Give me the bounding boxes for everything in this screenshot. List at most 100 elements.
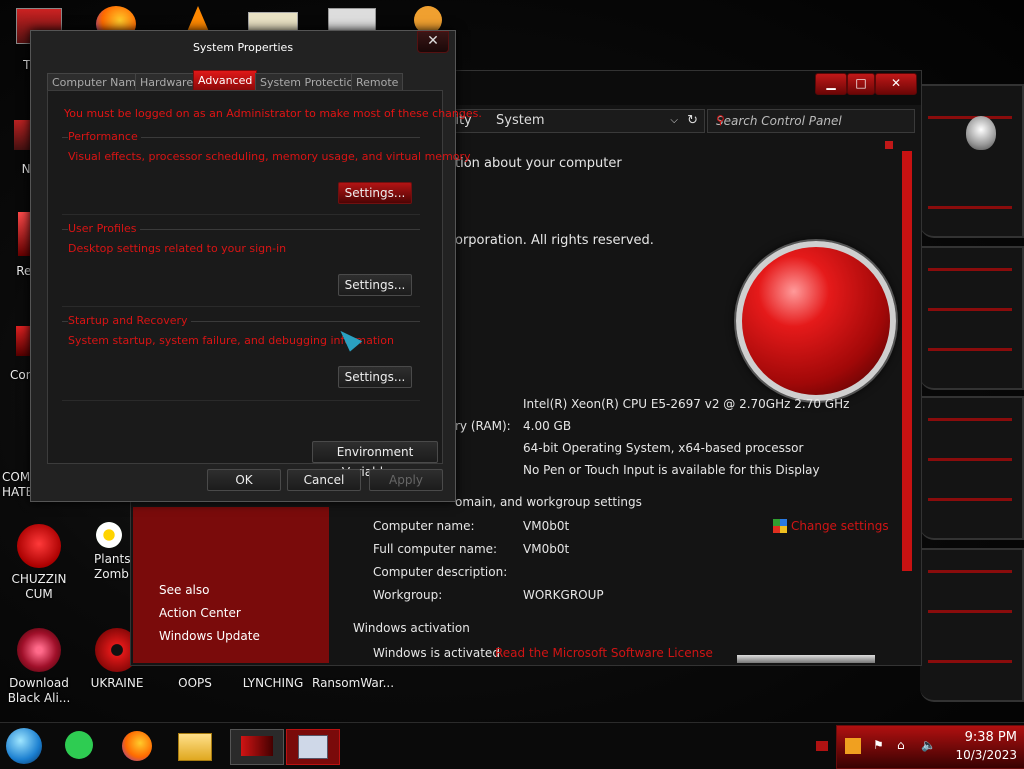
admin-warning: You must be logged on as an Administrato… (64, 107, 482, 120)
computer-name-label: Computer name: (373, 519, 475, 533)
performance-settings-button[interactable]: Settings... (338, 182, 412, 204)
cancel-button[interactable]: Cancel (287, 469, 361, 491)
tab-computer-name[interactable]: Computer Name (47, 73, 148, 91)
ok-button[interactable]: OK (207, 469, 281, 491)
startup-recovery-settings-button[interactable]: Settings... (338, 366, 412, 388)
ram-value: 4.00 GB (523, 419, 572, 433)
theme-gadget-panel (920, 84, 1024, 714)
desktop-icon-label: CHUZZIN CUM (11, 572, 67, 601)
action-center-link[interactable]: Action Center (159, 606, 241, 620)
computer-name-value: VM0b0t (523, 519, 570, 533)
full-name-label: Full computer name: (373, 542, 498, 556)
help-icon[interactable] (885, 141, 893, 149)
workgroup-label: Workgroup: (373, 588, 443, 602)
description-label: Computer description: (373, 565, 508, 579)
minimize-button[interactable]: ▁ (815, 73, 847, 95)
advanced-tab-panel: You must be logged on as an Administrato… (47, 90, 482, 479)
flag-icon[interactable]: ⚑ (873, 738, 884, 752)
desktop-icon-label: OOPS (178, 676, 212, 690)
see-also-panel: See also Action Center Windows Update (133, 507, 329, 663)
pen-touch-value: No Pen or Touch Input is available for t… (523, 463, 820, 477)
plants-vs-zombies-icon[interactable]: Plants Zomb (84, 522, 134, 582)
clock-time[interactable]: 9:38 PM (965, 730, 1017, 745)
computer-section-heading: omain, and workgroup settings (455, 495, 642, 509)
startup-recovery-group: Startup and Recovery System startup, sys… (62, 314, 420, 401)
show-hidden-icons[interactable] (816, 741, 828, 751)
alien-glyph-icon (17, 628, 61, 672)
apply-button[interactable]: Apply (369, 469, 443, 491)
gadget-segment (920, 548, 1024, 702)
activation-status: Windows is activated (373, 646, 500, 660)
page-heading: tion about your computer (455, 156, 622, 171)
tab-advanced[interactable]: Advanced (193, 70, 258, 91)
full-name-value: VM0b0t (523, 542, 570, 556)
skull-orb-logo (736, 241, 896, 401)
desktop-icon-label: RansomWar... (312, 676, 395, 690)
system-tray: ⚑ ⌂ 🔈 9:38 PM 10/3/2023 (836, 725, 1024, 769)
shield-icon (773, 519, 787, 533)
user-profiles-title: User Profiles (68, 222, 140, 235)
notification-icon[interactable] (845, 738, 861, 754)
alien-head-icon (966, 116, 996, 150)
theme-app-icon[interactable] (230, 729, 284, 765)
flower-glyph-icon (96, 522, 122, 548)
lynching-icon[interactable]: LYNCHING (236, 676, 310, 691)
license-link[interactable]: Read the Microsoft Software License (495, 646, 713, 660)
address-bar[interactable]: rity System ⌵ ↻ (449, 109, 705, 133)
network-tray-icon[interactable]: ⌂ (897, 738, 905, 752)
desktop-icon-label: UKRAINE (90, 676, 144, 690)
start-orb-icon[interactable] (6, 728, 42, 764)
chuzzle-glyph-icon (17, 524, 61, 568)
copyright-text: orporation. All rights reserved. (455, 233, 654, 248)
desktop-icon-label: Plants Zomb (94, 552, 131, 581)
performance-description: Visual effects, processor scheduling, me… (68, 150, 471, 163)
processor-value: Intel(R) Xeon(R) CPU E5-2697 v2 @ 2.70GH… (523, 397, 850, 411)
workgroup-value: WORKGROUP (523, 588, 604, 602)
maximize-button[interactable]: □ (847, 73, 875, 95)
ransomware-icon[interactable]: RansomWar... (312, 676, 395, 691)
performance-group: Performance Visual effects, processor sc… (62, 130, 471, 215)
startup-recovery-title: Startup and Recovery (68, 314, 191, 327)
download-icon[interactable]: Download Black Ali... (2, 628, 76, 706)
gadget-segment (920, 396, 1024, 540)
activation-heading: Windows activation (353, 621, 470, 635)
ram-label: ry (RAM): (455, 419, 511, 433)
tab-hardware[interactable]: Hardware (135, 73, 199, 91)
volume-icon[interactable]: 🔈 (921, 738, 936, 752)
user-profiles-description: Desktop settings related to your sign-in (68, 242, 287, 255)
windows-update-link[interactable]: Windows Update (159, 629, 260, 643)
system-monitor-icon[interactable] (286, 729, 340, 765)
progress-strip (737, 655, 875, 663)
tab-system-protection[interactable]: System Protection (255, 73, 366, 91)
close-button[interactable]: ✕ (875, 73, 917, 95)
see-also-heading: See also (159, 583, 210, 597)
change-settings-link[interactable]: Change settings (791, 519, 889, 533)
desktop-icon-label: LYNCHING (242, 676, 304, 690)
oops-icon[interactable]: OOPS (158, 676, 232, 691)
clock-date[interactable]: 10/3/2023 (955, 748, 1017, 762)
notes-icon[interactable] (58, 729, 100, 763)
gadget-segment (920, 84, 1024, 238)
user-profiles-group: User Profiles Desktop settings related t… (62, 222, 420, 307)
dialog-close-button[interactable]: ✕ (417, 31, 449, 53)
gadget-segment (920, 246, 1024, 390)
file-explorer-icon[interactable] (174, 729, 216, 763)
environment-variables-button[interactable]: Environment Variables... (312, 441, 438, 479)
chuzzle-icon[interactable]: CHUZZIN CUM (2, 524, 76, 602)
chevron-down-icon[interactable]: ⌵ (670, 110, 678, 132)
desktop-icon-label: Download Black Ali... (7, 676, 71, 705)
scrollbar[interactable] (902, 151, 912, 571)
search-icon[interactable]: ⚲ (716, 113, 908, 127)
refresh-icon[interactable]: ↻ (687, 110, 698, 132)
performance-title: Performance (68, 130, 141, 143)
breadcrumb-current[interactable]: System (496, 110, 544, 132)
system-type-value: 64-bit Operating System, x64-based proce… (523, 441, 804, 455)
desktop: Th Ne Rec Cont COMI HATE CHUZZIN CUM Pla… (0, 0, 1024, 722)
taskbar: ⚑ ⌂ 🔈 9:38 PM 10/3/2023 (0, 722, 1024, 769)
system-properties-dialog: System Properties ✕ Computer Name Hardwa… (30, 30, 482, 502)
firefox-icon[interactable] (116, 729, 158, 763)
search-input[interactable]: Search Control Panel ⚲ (707, 109, 915, 133)
user-profiles-settings-button[interactable]: Settings... (338, 274, 412, 296)
tab-remote[interactable]: Remote (351, 73, 404, 91)
dialog-title: System Properties (192, 41, 294, 54)
